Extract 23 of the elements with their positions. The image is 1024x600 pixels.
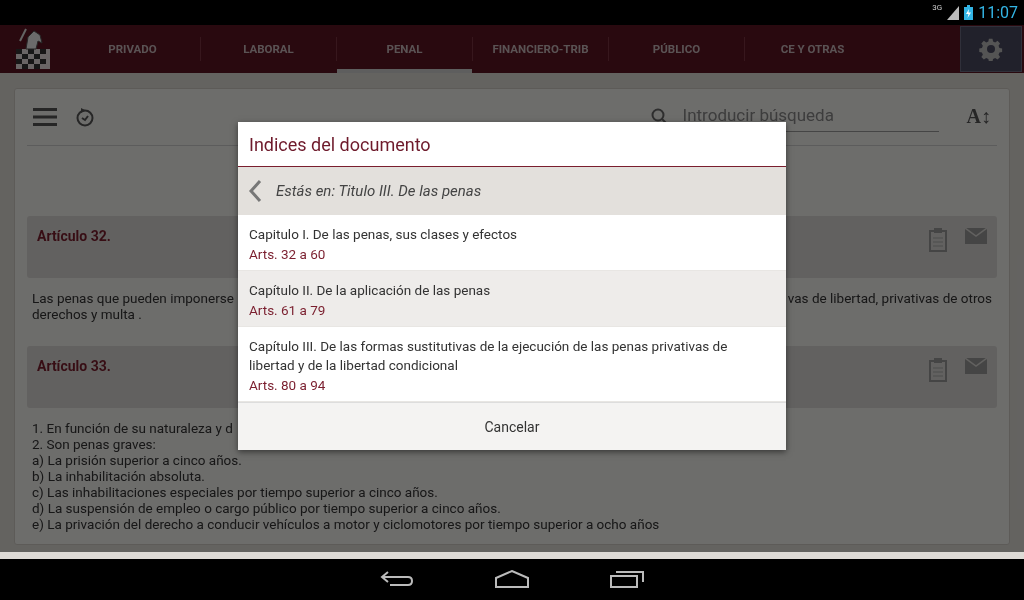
article-text: a) La prisión superior a cinco años. [32,451,242,468]
cancel-button[interactable]: Cancelar [238,402,786,450]
article-text: b) La inhabilitación absoluta. [32,467,205,484]
clock: 11:07 [978,3,1018,22]
article-text: e) La privación del derecho a conducir vehículos a motor y ciclomotores por tiempo superior a ocho años [32,515,660,532]
article-text: vas de libertad, privativas de otros [787,289,992,306]
category-tab[interactable]: FINANCIERO-TRIB [473,25,608,73]
category-tab[interactable]: PRIVADO [65,25,200,73]
category-tab[interactable]: PÚBLICO [609,25,744,73]
font-size-button[interactable]: A↕ [966,105,991,129]
article-text: derechos y multa . [32,305,142,322]
article-title: Artículo 33. [37,357,111,376]
category-tab[interactable]: LABORAL [201,25,336,73]
chapter-item[interactable]: Capítulo II. De la aplicación de las penas Arts. 61 a 79 [238,271,786,327]
breadcrumb-text: Estás en: Titulo III. De las penas [276,182,482,200]
category-tab[interactable]: CE Y OTRAS [745,25,880,73]
article-title: Artículo 32. [37,227,111,246]
article-text: c) Las inhabilitaciones especiales por tiempo superior a cinco años. [32,483,438,500]
article-text: Las penas que pueden imponerse [32,289,234,306]
network-label: 3G [932,3,943,12]
article-text: 2. Son penas graves: [32,435,156,452]
article-text: 1. En función de su naturaleza y d [32,419,233,436]
article-text: d) La suspensión de empleo o cargo público por tiempo superior a cinco años. [32,499,501,516]
